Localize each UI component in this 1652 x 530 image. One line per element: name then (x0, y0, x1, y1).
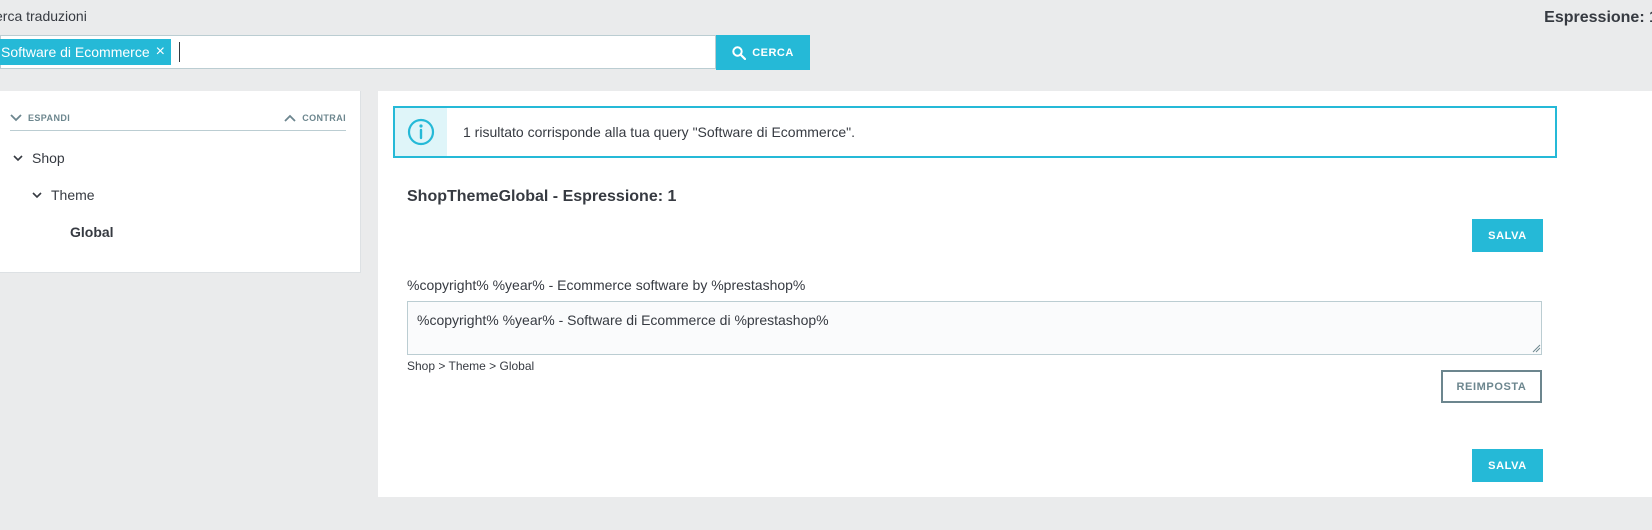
info-alert: 1 risultato corrisponde alla tua query "… (393, 106, 1557, 158)
text-cursor (178, 42, 180, 62)
reset-button[interactable]: REIMPOSTA (1441, 370, 1542, 403)
results-panel: 1 risultato corrisponde alla tua query "… (378, 91, 1652, 497)
expand-button[interactable]: ESPANDI (10, 113, 70, 127)
search-tag-label: Software di Ecommerce (1, 44, 150, 60)
source-text: %copyright% %year% - Ecommerce software … (407, 277, 806, 293)
info-icon-box (395, 108, 447, 156)
save-button-bottom[interactable]: SALVA (1472, 449, 1543, 482)
save-button-top[interactable]: SALVA (1472, 219, 1543, 252)
translation-field[interactable]: %copyright% %year% - Software di Ecommer… (407, 301, 1542, 355)
expand-collapse-bar: ESPANDI CONTRAI (10, 109, 346, 131)
collapse-button[interactable]: CONTRAI (284, 113, 346, 127)
tree-item-label: Global (70, 224, 114, 240)
expression-count: Espressione: 1 (1544, 9, 1652, 26)
expand-label: ESPANDI (28, 112, 71, 123)
tree-item-theme[interactable]: Theme (32, 187, 95, 203)
search-button-label: CERCA (752, 46, 794, 59)
chevron-down-icon (10, 113, 22, 121)
info-message: 1 risultato corrisponde alla tua query "… (463, 124, 856, 140)
search-tag: Software di Ecommerce × (0, 39, 171, 65)
info-icon (407, 118, 435, 146)
domain-title: ShopThemeGlobal - Espressione: 1 (407, 188, 677, 205)
search-icon (732, 45, 747, 60)
close-icon[interactable]: × (156, 44, 165, 60)
translation-tree-panel: ESPANDI CONTRAI Shop Theme Global (0, 91, 361, 273)
chevron-up-icon (284, 114, 296, 122)
tree-item-label: Theme (51, 187, 95, 203)
collapse-label: CONTRAI (302, 112, 346, 123)
search-button[interactable]: CERCA (716, 35, 810, 70)
search-label: erca traduzioni (0, 8, 87, 24)
tree-item-label: Shop (32, 150, 65, 166)
resize-handle-icon[interactable] (1532, 344, 1541, 353)
tree-item-global[interactable]: Global (70, 224, 114, 240)
breadcrumb: Shop > Theme > Global (407, 359, 535, 373)
save-label: SALVA (1488, 459, 1527, 472)
reset-label: REIMPOSTA (1456, 380, 1527, 393)
search-input[interactable]: Software di Ecommerce × (0, 35, 716, 69)
tree-item-shop[interactable]: Shop (13, 150, 65, 166)
save-label: SALVA (1488, 229, 1527, 242)
chevron-down-icon (32, 191, 42, 198)
chevron-down-icon (13, 154, 23, 161)
